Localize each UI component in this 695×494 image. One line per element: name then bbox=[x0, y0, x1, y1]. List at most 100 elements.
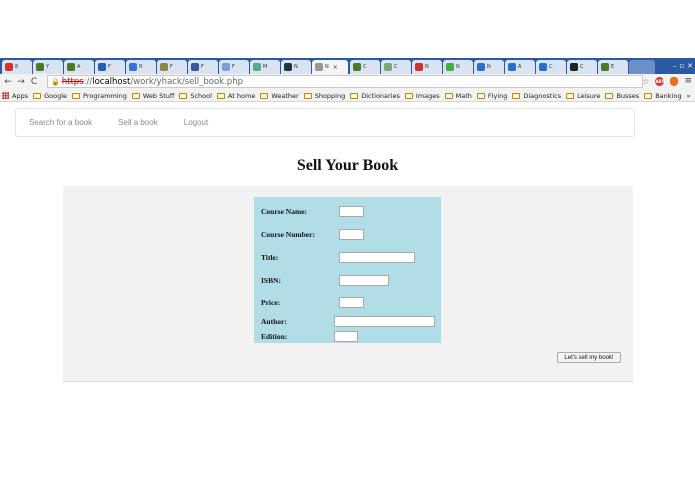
bookmark-folder[interactable]: Web Stuff bbox=[131, 91, 175, 100]
tab[interactable]: F bbox=[219, 60, 249, 74]
facebook-icon bbox=[191, 63, 199, 71]
browser-toolbar: ← → C 🔒 https :// localhost /work/yhack/… bbox=[0, 74, 695, 90]
bookmark-folder[interactable]: Shopping bbox=[303, 92, 345, 100]
bookmark-folder[interactable]: School bbox=[179, 92, 212, 100]
bookmark-folder[interactable]: Banking bbox=[644, 91, 682, 100]
folder-icon bbox=[350, 92, 359, 99]
tab[interactable]: F bbox=[157, 60, 187, 74]
bookmark-folder[interactable]: Busses bbox=[605, 92, 639, 100]
tab-label: R bbox=[139, 64, 143, 70]
new-tab-button[interactable] bbox=[629, 60, 655, 74]
apps-grid-icon bbox=[2, 92, 9, 99]
tab[interactable]: N bbox=[443, 60, 473, 74]
tab-strip: – ▫ ✕ 8 Y A F R F F F M N N × C C N N N A C C E bbox=[0, 58, 695, 74]
bookmark-star-icon[interactable]: ☆ bbox=[642, 77, 649, 86]
bookmark-apps[interactable]: Apps bbox=[2, 92, 28, 100]
bookmark-folder[interactable]: Dictionaries bbox=[350, 92, 400, 100]
url-host: localhost bbox=[92, 76, 131, 87]
sell-book-form: Course Name: Course Number: Title: ISBN:… bbox=[254, 197, 441, 343]
tab-label: Y bbox=[46, 64, 50, 70]
folder-icon bbox=[72, 92, 81, 99]
isbn-input[interactable] bbox=[339, 275, 389, 286]
bookmark-label: Web Stuff bbox=[142, 91, 175, 100]
bookmark-folder[interactable]: Google bbox=[33, 92, 67, 100]
tab-label: C bbox=[549, 64, 553, 70]
back-icon[interactable]: ← bbox=[3, 77, 13, 87]
bookmarks-overflow-icon[interactable]: » bbox=[687, 92, 691, 100]
address-bar[interactable]: 🔒 https :// localhost /work/yhack/sell_b… bbox=[47, 75, 643, 88]
bookmark-folder[interactable]: Images bbox=[404, 91, 440, 100]
tab-label: A bbox=[518, 64, 522, 70]
tab[interactable]: E bbox=[598, 60, 628, 74]
nav-sell-link[interactable]: Sell a book bbox=[118, 118, 158, 127]
folder-icon bbox=[260, 92, 269, 99]
tab-label: N bbox=[425, 64, 429, 70]
folder-icon bbox=[605, 92, 614, 99]
edition-input[interactable] bbox=[334, 331, 358, 342]
tab-label: F bbox=[108, 64, 111, 70]
bookmark-label: Math bbox=[455, 91, 472, 100]
sell-book-submit-button[interactable]: Let's sell my book! bbox=[557, 352, 621, 363]
course-number-input[interactable] bbox=[339, 229, 364, 240]
forward-icon[interactable]: → bbox=[16, 77, 26, 87]
bookmark-label: Images bbox=[415, 91, 440, 100]
site-icon bbox=[253, 63, 261, 71]
tab[interactable]: M bbox=[250, 60, 280, 74]
puzzle-icon bbox=[353, 63, 361, 71]
reload-icon[interactable]: C bbox=[29, 77, 39, 87]
site-navbar: Search for a book Sell a book Logout bbox=[15, 108, 635, 137]
course-name-input[interactable] bbox=[339, 206, 364, 217]
close-tab-icon[interactable]: × bbox=[333, 64, 338, 71]
folder-icon bbox=[303, 92, 312, 99]
tab-label: C bbox=[580, 64, 584, 70]
tab[interactable]: A bbox=[64, 60, 94, 74]
extension-icon[interactable] bbox=[670, 76, 679, 86]
tab[interactable]: C bbox=[381, 60, 411, 74]
bookmark-folder[interactable]: Programming bbox=[72, 92, 127, 100]
tab[interactable]: F bbox=[188, 60, 218, 74]
price-label: Price: bbox=[261, 298, 281, 307]
bookmark-folder[interactable]: Leisure bbox=[566, 92, 600, 100]
tab[interactable]: A bbox=[505, 60, 535, 74]
folder-icon bbox=[216, 92, 225, 99]
bookmark-label: Programming bbox=[83, 91, 127, 100]
bookmark-folder[interactable]: Diagnostics bbox=[512, 92, 561, 100]
isbn-label: ISBN: bbox=[261, 276, 282, 285]
tab[interactable]: R bbox=[126, 60, 156, 74]
folder-icon bbox=[644, 92, 653, 99]
tab[interactable]: N bbox=[474, 60, 504, 74]
price-input[interactable] bbox=[339, 297, 364, 308]
tab[interactable]: N bbox=[281, 60, 311, 74]
minimize-icon[interactable]: – bbox=[673, 62, 677, 70]
bookmark-folder[interactable]: Flying bbox=[476, 92, 507, 100]
bookmark-label: Diagnostics bbox=[523, 91, 562, 100]
tab[interactable]: F bbox=[95, 60, 125, 74]
bookmark-folder[interactable]: Math bbox=[444, 91, 472, 100]
tab-label: A bbox=[77, 64, 81, 70]
tab-label: M bbox=[263, 64, 268, 70]
restore-icon[interactable]: ▫ bbox=[679, 62, 684, 70]
tab[interactable]: Y bbox=[33, 60, 63, 74]
title-input[interactable] bbox=[339, 252, 415, 263]
bookmark-folder[interactable]: At home bbox=[216, 92, 255, 100]
adblock-icon[interactable]: ABP bbox=[655, 76, 665, 86]
tab[interactable]: N bbox=[412, 60, 442, 74]
tab-label: N bbox=[325, 64, 329, 70]
tab[interactable]: C bbox=[567, 60, 597, 74]
tab[interactable]: C bbox=[536, 60, 566, 74]
tab-active[interactable]: N × bbox=[312, 60, 348, 74]
menu-icon[interactable]: ≡ bbox=[684, 76, 692, 86]
flag-icon bbox=[415, 63, 423, 71]
insecure-lock-icon: 🔒 bbox=[51, 77, 60, 86]
tab[interactable]: C bbox=[350, 60, 380, 74]
site-icon bbox=[446, 63, 454, 71]
close-window-icon[interactable]: ✕ bbox=[687, 62, 693, 70]
nav-search-link[interactable]: Search for a book bbox=[29, 118, 92, 127]
tab-label: F bbox=[201, 64, 204, 70]
nav-logout-link[interactable]: Logout bbox=[184, 118, 208, 127]
tab[interactable]: 8 bbox=[2, 60, 32, 74]
bookmark-label: Banking bbox=[655, 91, 682, 100]
author-input[interactable] bbox=[334, 316, 435, 327]
bookmark-folder[interactable]: Weather bbox=[260, 92, 299, 100]
tab-label: N bbox=[294, 64, 298, 70]
